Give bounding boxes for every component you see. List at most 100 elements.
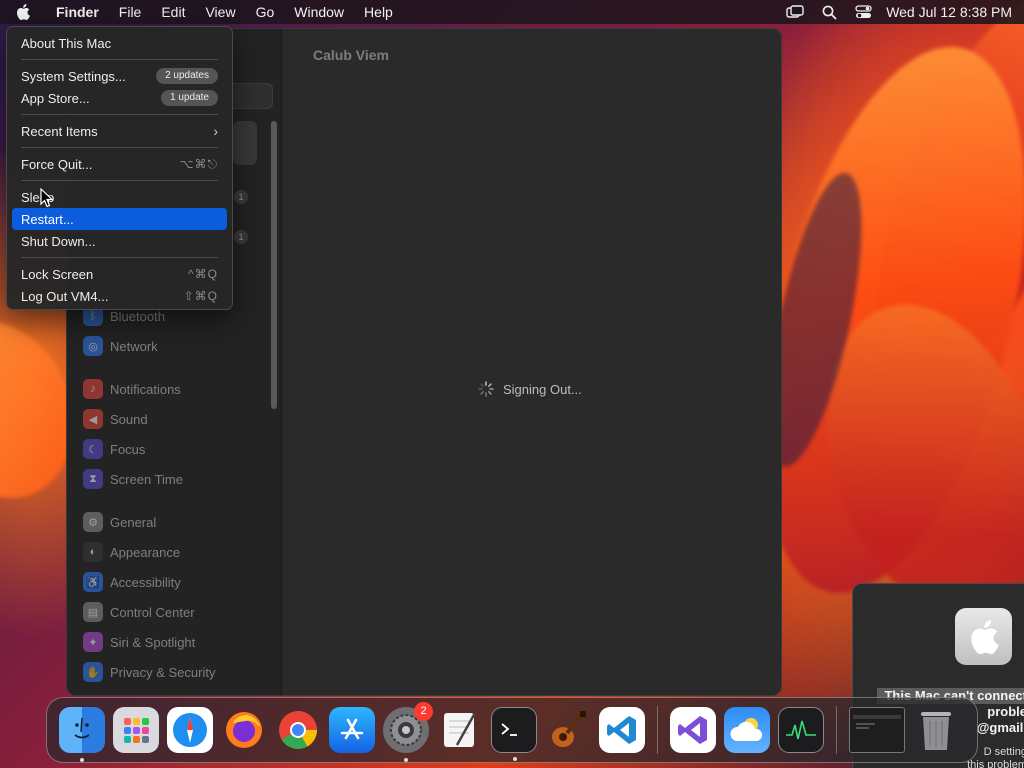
dock-chrome[interactable] xyxy=(275,707,321,753)
shortcut-label: ⌥⌘⎋ xyxy=(179,156,218,171)
sidebar-search-field[interactable] xyxy=(227,83,273,109)
menu-file[interactable]: File xyxy=(109,0,152,24)
network-globe-icon: ◎ xyxy=(83,336,103,356)
sidebar-item-screen-time[interactable]: ⧗ Screen Time xyxy=(83,467,183,491)
shortcut-label: ⇧⌘Q xyxy=(183,289,218,303)
dock-visual-studio[interactable] xyxy=(670,707,716,753)
dock-vscode[interactable] xyxy=(599,707,645,753)
dock: 2 xyxy=(46,697,978,763)
apple-logo-icon xyxy=(17,4,30,20)
sidebar-item-label: Appearance xyxy=(110,544,181,560)
menu-item-lock-screen[interactable]: Lock Screen ^⌘Q xyxy=(12,263,227,285)
trash-icon xyxy=(921,712,951,750)
running-indicator xyxy=(80,758,84,762)
menu-finder[interactable]: Finder xyxy=(46,0,109,24)
sidebar-item-accessibility[interactable]: ♿ Accessibility xyxy=(83,570,181,594)
terminal-window-thumbnail xyxy=(853,715,901,729)
menu-item-force-quit[interactable]: Force Quit... ⌥⌘⎋ xyxy=(12,153,227,175)
vscode-icon xyxy=(607,716,636,744)
chevron-right-icon: › xyxy=(213,123,218,139)
dock-launchpad[interactable] xyxy=(113,707,159,753)
chrome-icon xyxy=(279,711,318,750)
menu-bar: Finder File Edit View Go Window Help Wed… xyxy=(0,0,1024,24)
menu-separator xyxy=(21,147,218,148)
dock-terminal[interactable] xyxy=(491,707,537,761)
sidebar-scrollbar[interactable] xyxy=(271,121,277,409)
sidebar-item-siri-spotlight[interactable]: ✦ Siri & Spotlight xyxy=(83,630,195,654)
terminal-icon xyxy=(501,723,517,736)
apple-menu-dropdown: About This Mac System Settings... 2 upda… xyxy=(6,26,233,310)
gear-icon: ⚙ xyxy=(83,512,103,532)
dock-trash[interactable] xyxy=(913,707,959,753)
menu-window[interactable]: Window xyxy=(284,0,354,24)
menu-item-about-this-mac[interactable]: About This Mac xyxy=(12,32,227,54)
accessibility-icon: ♿ xyxy=(83,572,103,592)
dock-finder[interactable] xyxy=(59,707,105,762)
dock-separator xyxy=(657,706,658,754)
sidebar-item-appearance[interactable]: ◐ Appearance xyxy=(83,540,180,564)
notification-badge: 2 xyxy=(414,702,433,721)
spotlight-search-icon[interactable] xyxy=(812,0,846,24)
sidebar-item-label: Notifications xyxy=(110,381,181,397)
sidebar-item-network[interactable]: ◎ Network xyxy=(83,334,158,358)
control-center-icon[interactable] xyxy=(846,0,880,24)
activity-monitor-icon xyxy=(786,720,816,740)
garageband-guitar-icon xyxy=(552,711,586,747)
loading-spinner-icon xyxy=(478,381,494,397)
apple-menu-button[interactable] xyxy=(0,0,46,24)
sidebar-item-sound[interactable]: ◀ Sound xyxy=(83,407,148,431)
control-center-icon: ▤ xyxy=(83,602,103,622)
dock-activity-monitor[interactable] xyxy=(778,707,824,753)
sidebar-item-notifications[interactable]: ♪ Notifications xyxy=(83,377,181,401)
menu-separator xyxy=(21,257,218,258)
safari-compass-icon xyxy=(173,713,207,747)
menu-item-recent-items[interactable]: Recent Items › xyxy=(12,120,227,142)
hand-icon: ✋ xyxy=(83,662,103,682)
menu-item-app-store[interactable]: App Store... 1 update xyxy=(12,87,227,109)
menu-item-shut-down[interactable]: Shut Down... xyxy=(12,230,227,252)
hourglass-icon: ⧗ xyxy=(83,469,103,489)
sound-speaker-icon: ◀ xyxy=(83,409,103,429)
siri-icon: ✦ xyxy=(83,632,103,652)
focus-moon-icon: ☾ xyxy=(83,439,103,459)
sidebar-item-focus[interactable]: ☾ Focus xyxy=(83,437,145,461)
sidebar-item-label: Focus xyxy=(110,441,146,457)
screen-mirroring-icon[interactable] xyxy=(778,0,812,24)
dock-weather[interactable] xyxy=(724,707,770,753)
menu-item-restart[interactable]: Restart... xyxy=(12,208,227,230)
menu-go[interactable]: Go xyxy=(246,0,285,24)
menu-view[interactable]: View xyxy=(195,0,245,24)
running-indicator xyxy=(513,757,517,761)
menu-item-log-out[interactable]: Log Out VM4... ⇧⌘Q xyxy=(12,285,227,307)
apple-id-card[interactable] xyxy=(233,121,257,165)
sidebar-item-privacy-security[interactable]: ✋ Privacy & Security xyxy=(83,660,215,684)
sidebar-item-label: Screen Time xyxy=(110,471,183,487)
weather-cloud-icon xyxy=(730,718,763,741)
dock-separator xyxy=(836,706,837,754)
menu-item-system-settings[interactable]: System Settings... 2 updates xyxy=(12,65,227,87)
settings-main-pane: Calub Viem Signing Out... xyxy=(283,29,781,695)
sidebar-item-control-center[interactable]: ▤ Control Center xyxy=(83,600,195,624)
dock-app-store[interactable] xyxy=(329,707,375,753)
dock-garageband[interactable] xyxy=(545,707,591,753)
sidebar-item-label: Bluetooth xyxy=(110,308,165,324)
menu-separator xyxy=(21,59,218,60)
dock-system-settings[interactable]: 2 xyxy=(383,702,433,762)
app-store-icon xyxy=(340,718,364,740)
menu-help[interactable]: Help xyxy=(354,0,403,24)
sidebar-item-general[interactable]: ⚙ General xyxy=(83,510,156,534)
sidebar-badge: 1 xyxy=(234,230,248,244)
firefox-icon xyxy=(226,712,262,748)
dock-recent-window[interactable] xyxy=(849,707,905,753)
launchpad-icon xyxy=(124,718,149,743)
pane-title: Calub Viem xyxy=(313,47,389,63)
sidebar-item-label: Accessibility xyxy=(110,574,181,590)
mouse-pointer-icon xyxy=(40,188,54,208)
dock-textedit[interactable] xyxy=(437,707,483,753)
dock-safari[interactable] xyxy=(167,707,213,753)
menubar-clock[interactable]: Wed Jul 12 8:38 PM xyxy=(880,4,1012,20)
finder-icon xyxy=(74,717,90,739)
menu-edit[interactable]: Edit xyxy=(151,0,195,24)
dock-firefox[interactable] xyxy=(221,707,267,753)
updates-badge: 2 updates xyxy=(156,68,218,84)
